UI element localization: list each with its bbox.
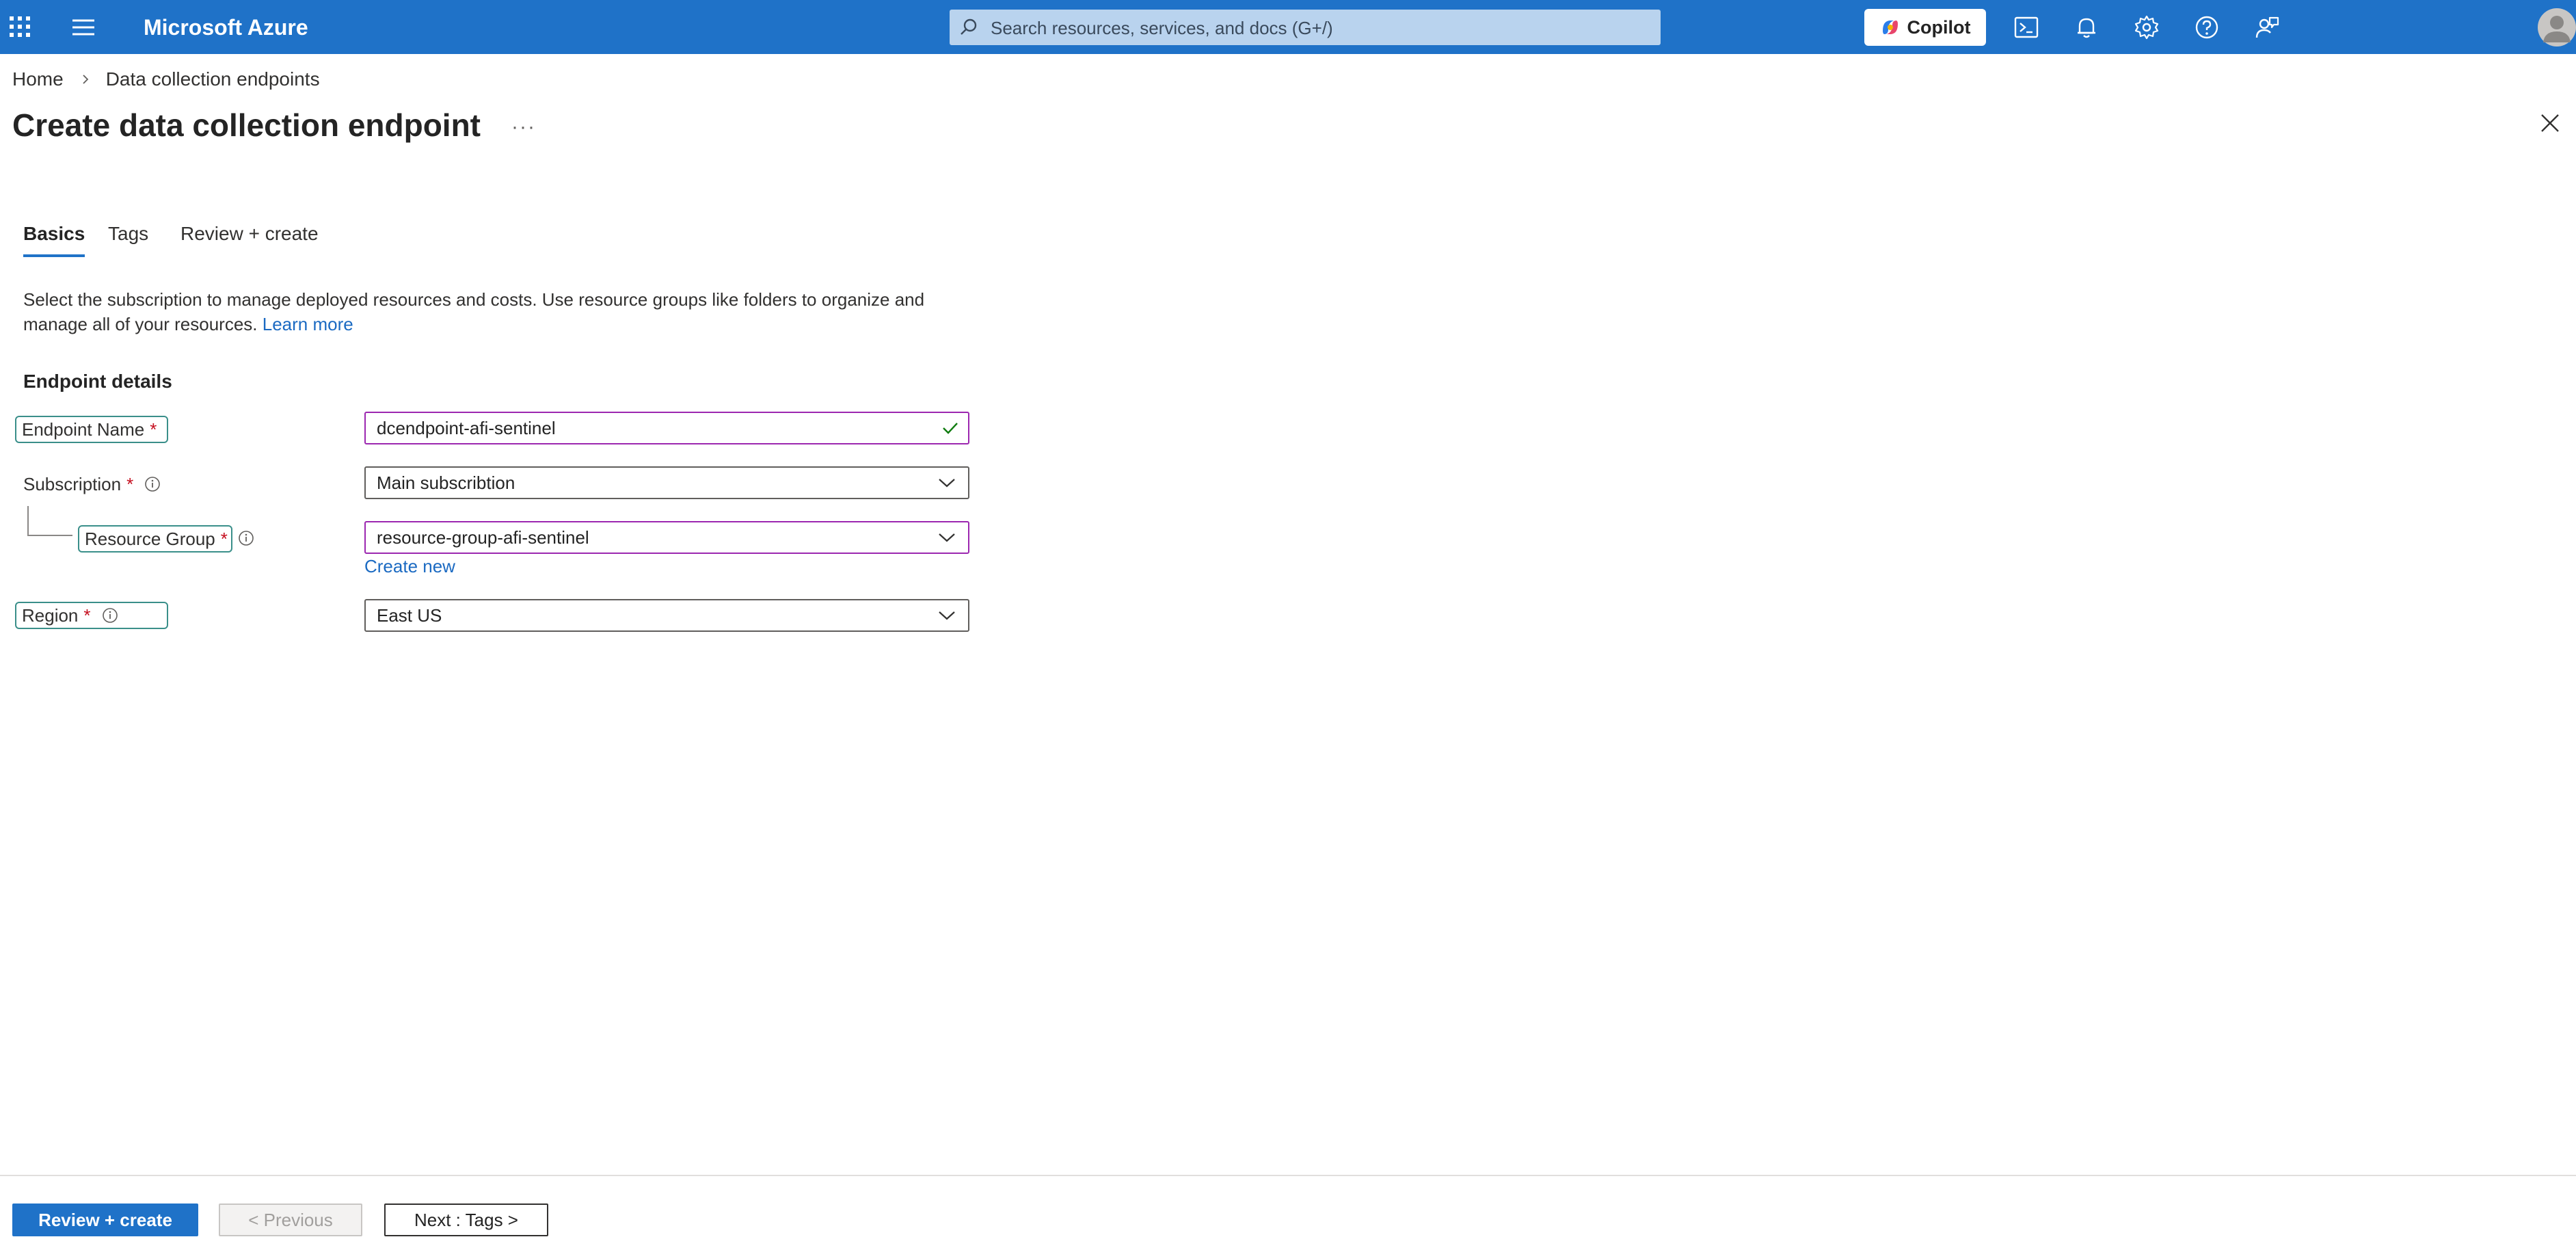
endpoint-name-label: Endpoint Name *: [15, 416, 168, 443]
tree-connector-line: [27, 506, 72, 536]
global-search[interactable]: [950, 10, 1661, 46]
region-dropdown[interactable]: East US: [364, 599, 969, 632]
breadcrumb: Home Data collection endpoints: [12, 66, 320, 93]
previous-button[interactable]: < Previous: [219, 1204, 362, 1236]
tab-basics[interactable]: Basics: [23, 220, 85, 257]
required-mark: *: [83, 605, 91, 626]
search-icon: [961, 18, 977, 35]
info-icon[interactable]: [102, 607, 118, 624]
more-options-button[interactable]: ···: [511, 114, 536, 141]
settings-gear-icon[interactable]: [2133, 14, 2160, 41]
copilot-icon: [1882, 21, 1898, 34]
resource-group-value: resource-group-afi-sentinel: [377, 527, 589, 548]
endpoint-name-label-text: Endpoint Name: [22, 419, 145, 440]
endpoint-name-input[interactable]: dcendpoint-afi-sentinel: [364, 412, 969, 444]
cloud-shell-icon[interactable]: [2013, 14, 2040, 41]
copilot-label: Copilot: [1907, 16, 1971, 38]
info-icon[interactable]: [144, 476, 161, 492]
endpoint-name-value: dcendpoint-afi-sentinel: [377, 418, 556, 438]
close-icon[interactable]: [2539, 112, 2561, 134]
user-avatar[interactable]: [2538, 8, 2576, 46]
chevron-down-icon: [939, 533, 955, 542]
required-mark: *: [126, 474, 134, 494]
subscription-value: Main subscribtion: [377, 473, 515, 493]
region-label-text: Region: [22, 605, 79, 626]
create-new-resource-group-link[interactable]: Create new: [364, 554, 455, 579]
top-bar: Microsoft Azure Copilot: [0, 0, 2576, 54]
region-label: Region *: [15, 602, 168, 629]
tab-review-create[interactable]: Review + create: [180, 220, 319, 248]
review-create-button[interactable]: Review + create: [12, 1204, 198, 1236]
app-launcher-icon[interactable]: [8, 15, 31, 38]
feedback-icon[interactable]: [2253, 14, 2281, 41]
learn-more-link[interactable]: Learn more: [263, 314, 353, 334]
chevron-down-icon: [939, 479, 955, 488]
info-icon[interactable]: [238, 530, 254, 546]
brand-title[interactable]: Microsoft Azure: [144, 12, 308, 42]
tab-tags[interactable]: Tags: [108, 220, 148, 248]
notifications-icon[interactable]: [2073, 14, 2100, 41]
footer-divider: [0, 1175, 2576, 1176]
resource-group-dropdown[interactable]: resource-group-afi-sentinel: [364, 521, 969, 554]
section-title-endpoint-details: Endpoint details: [23, 371, 172, 392]
required-mark: *: [150, 419, 157, 440]
breadcrumb-data-collection-endpoints[interactable]: Data collection endpoints: [106, 66, 320, 93]
menu-icon[interactable]: [71, 18, 96, 37]
subscription-label: Subscription *: [23, 470, 161, 498]
search-input[interactable]: [989, 10, 1648, 46]
next-tags-button[interactable]: Next : Tags >: [384, 1204, 548, 1236]
page-title: Create data collection endpoint: [12, 107, 481, 143]
subscription-dropdown[interactable]: Main subscribtion: [364, 466, 969, 499]
chevron-down-icon: [939, 611, 955, 620]
resource-group-label: Resource Group *: [78, 525, 232, 553]
required-mark: *: [220, 529, 228, 549]
subscription-label-text: Subscription: [23, 474, 122, 494]
checkmark-icon: [943, 423, 958, 434]
description-body: Select the subscription to manage deploy…: [23, 289, 925, 334]
breadcrumb-home[interactable]: Home: [12, 66, 64, 93]
help-icon[interactable]: [2193, 14, 2221, 41]
region-value: East US: [377, 605, 442, 626]
resource-group-label-text: Resource Group: [85, 529, 215, 549]
copilot-button[interactable]: Copilot: [1864, 9, 1986, 46]
description-text: Select the subscription to manage deploy…: [23, 287, 967, 336]
chevron-right-icon: [83, 75, 88, 84]
